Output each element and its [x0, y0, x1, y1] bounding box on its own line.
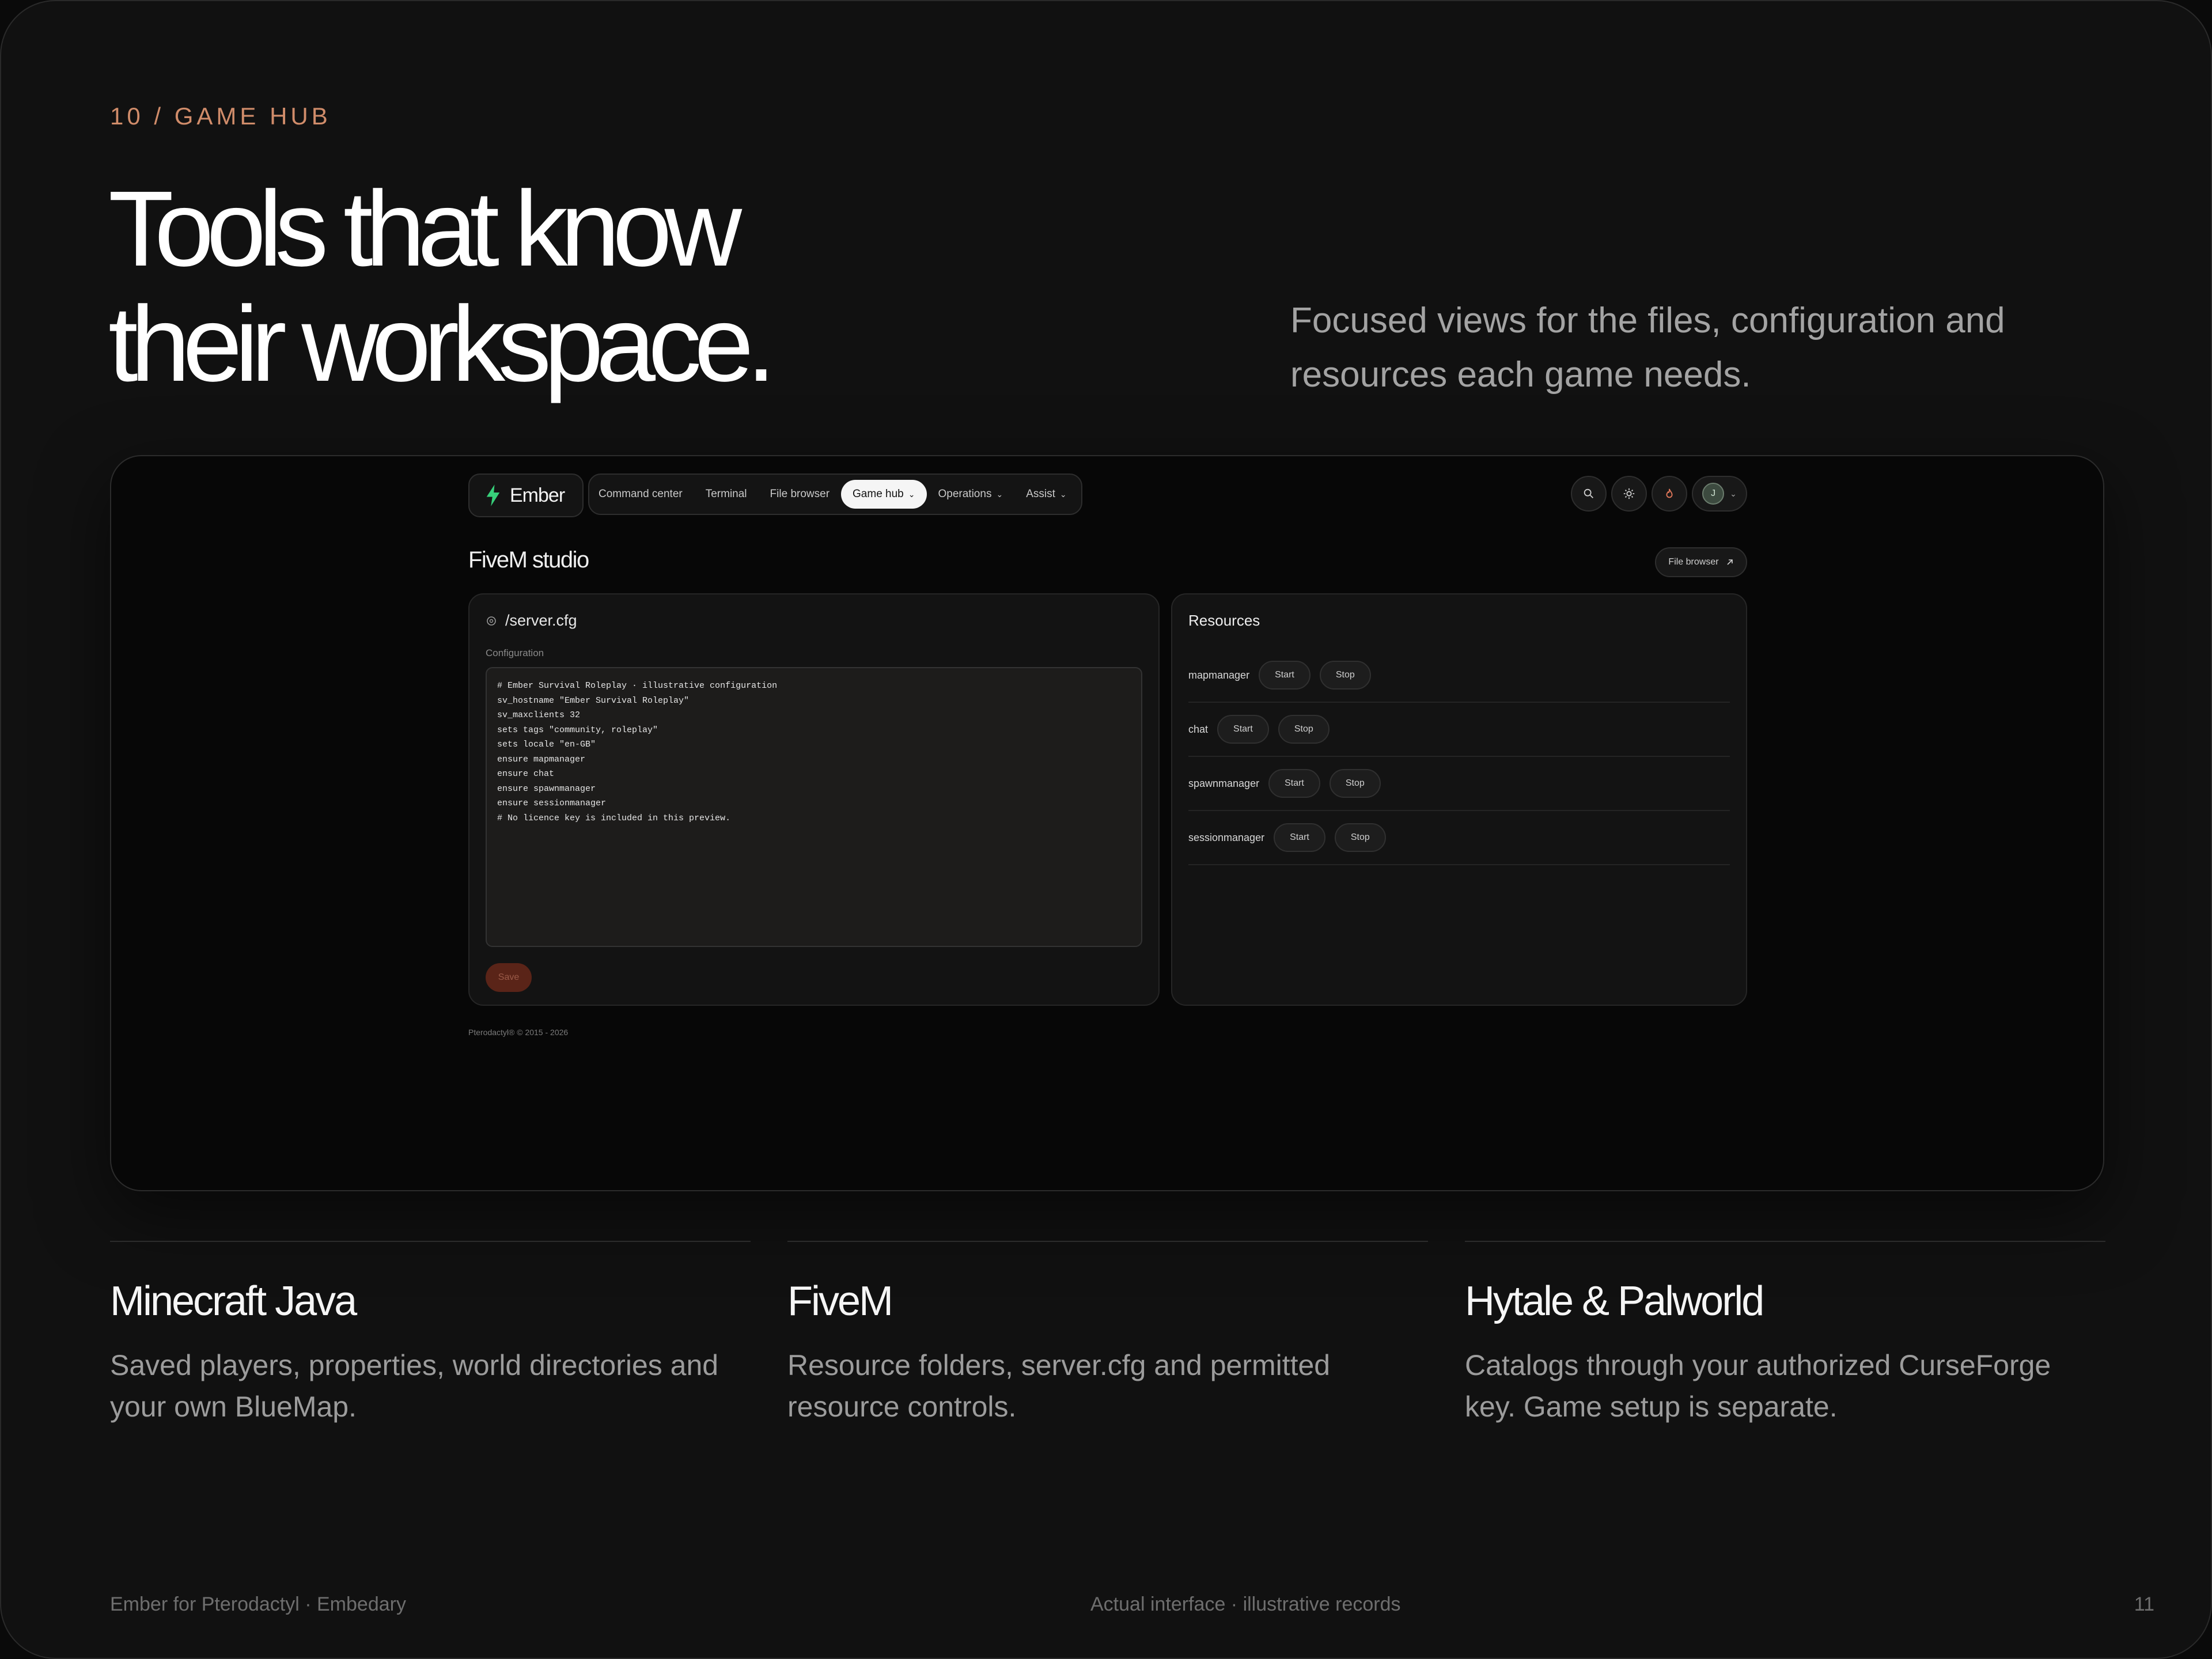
- brand-name: Ember: [510, 484, 565, 506]
- resource-row: mapmanager Start Stop: [1188, 649, 1730, 703]
- feature-hytale-palworld: Hytale & Palworld Catalogs through your …: [1465, 1241, 2105, 1427]
- page-title: FiveM studio: [468, 547, 589, 573]
- file-browser-button-label: File browser: [1668, 557, 1719, 567]
- nav-file-browser[interactable]: File browser: [770, 488, 830, 501]
- nav-game-hub[interactable]: Game hub ⌄: [841, 480, 927, 509]
- search-button[interactable]: [1571, 476, 1607, 512]
- nav-label: Operations: [938, 488, 992, 500]
- feature-text: Resource folders, server.cfg and permitt…: [787, 1349, 1331, 1423]
- bolt-icon: [486, 484, 500, 506]
- feature-minecraft: Minecraft Java Saved players, properties…: [110, 1241, 751, 1427]
- feature-text: Catalogs through your authorized CurseFo…: [1465, 1349, 2051, 1423]
- feature-text: Saved players, properties, world directo…: [110, 1349, 719, 1423]
- start-button[interactable]: Start: [1217, 715, 1269, 744]
- main-nav: Command center Terminal File browser Gam…: [588, 474, 1082, 515]
- stop-button[interactable]: Stop: [1334, 823, 1386, 852]
- nav-command-center[interactable]: Command center: [599, 488, 683, 501]
- sun-icon: [1623, 488, 1635, 499]
- nav-label: File browser: [770, 488, 830, 500]
- resource-row: chat Start Stop: [1188, 703, 1730, 757]
- nav-label: Game hub: [853, 488, 904, 500]
- user-menu-button[interactable]: J ⌄: [1692, 476, 1747, 512]
- config-editor[interactable]: # Ember Survival Roleplay · illustrative…: [486, 667, 1142, 947]
- resource-name: spawnmanager: [1188, 777, 1260, 789]
- eyebrow: 10 / GAME HUB: [110, 103, 331, 130]
- stop-button[interactable]: Stop: [1329, 769, 1381, 798]
- feature-title: FiveM: [787, 1278, 893, 1324]
- resource-row: spawnmanager Start Stop: [1188, 757, 1730, 811]
- chevron-down-icon: ⌄: [1730, 488, 1737, 498]
- toolbar: J ⌄: [1571, 476, 1747, 512]
- avatar: J: [1702, 483, 1725, 505]
- chevron-down-icon: ⌄: [996, 489, 1003, 499]
- nav-operations[interactable]: Operations ⌄: [938, 488, 1003, 501]
- headline-line-1: Tools that know: [108, 169, 742, 289]
- nav-assist[interactable]: Assist ⌄: [1026, 488, 1066, 501]
- feature-title: Minecraft Java: [110, 1278, 357, 1324]
- resources-title: Resources: [1188, 612, 1260, 629]
- start-button[interactable]: Start: [1274, 823, 1325, 852]
- start-button[interactable]: Start: [1259, 661, 1310, 690]
- start-button[interactable]: Start: [1268, 769, 1320, 798]
- feature-title: Hytale & Palworld: [1465, 1278, 1764, 1324]
- file-icon: [487, 616, 496, 626]
- theme-toggle-button[interactable]: [1611, 476, 1647, 512]
- app-topbar: Ember Command center Terminal File brows…: [468, 474, 1747, 517]
- file-name: /server.cfg: [505, 612, 577, 629]
- stop-button[interactable]: Stop: [1278, 715, 1330, 744]
- file-header: /server.cfg: [486, 612, 577, 630]
- chevron-down-icon: ⌄: [908, 489, 915, 499]
- config-label: Configuration: [486, 647, 544, 658]
- flame-icon: [1666, 488, 1673, 498]
- slide: 10 / GAME HUB Tools that know their work…: [0, 0, 2212, 1659]
- stop-button[interactable]: Stop: [1319, 661, 1371, 690]
- config-card: /server.cfg Configuration # Ember Surviv…: [468, 593, 1160, 1006]
- headline-line-2: their workspace.: [108, 285, 776, 404]
- headline: Tools that know their workspace.: [108, 169, 776, 404]
- brand-button[interactable]: Ember: [468, 474, 584, 517]
- resource-name: chat: [1188, 723, 1209, 735]
- nav-terminal[interactable]: Terminal: [706, 488, 747, 501]
- nav-label: Assist: [1026, 488, 1055, 500]
- search-icon: [1584, 488, 1593, 498]
- app-footer: Pterodactyl® © 2015 - 2026: [468, 1028, 569, 1037]
- save-button[interactable]: Save: [486, 963, 532, 992]
- resources-card: Resources mapmanager Start Stop chat Sta…: [1171, 593, 1747, 1006]
- chevron-down-icon: ⌄: [1059, 489, 1067, 499]
- file-browser-button[interactable]: File browser: [1655, 547, 1747, 577]
- lede: Focused views for the files, configurati…: [1290, 301, 2005, 395]
- resource-name: mapmanager: [1188, 669, 1250, 681]
- nav-label: Command center: [599, 488, 683, 500]
- nav-label: Terminal: [705, 488, 747, 500]
- page-number: 11: [2134, 1593, 2154, 1615]
- footer-left: Ember for Pterodactyl · Embedary: [110, 1593, 406, 1615]
- footer-center: Actual interface · illustrative records: [1090, 1593, 1401, 1615]
- resource-list: mapmanager Start Stop chat Start Stop sp…: [1188, 649, 1730, 865]
- activity-button[interactable]: [1652, 476, 1687, 512]
- external-arrow-icon: [1726, 559, 1733, 565]
- resource-name: sessionmanager: [1188, 831, 1265, 843]
- app-screenshot: Ember Command center Terminal File brows…: [110, 455, 2104, 1191]
- feature-fivem: FiveM Resource folders, server.cfg and p…: [787, 1241, 1428, 1427]
- resource-row: sessionmanager Start Stop: [1188, 811, 1730, 865]
